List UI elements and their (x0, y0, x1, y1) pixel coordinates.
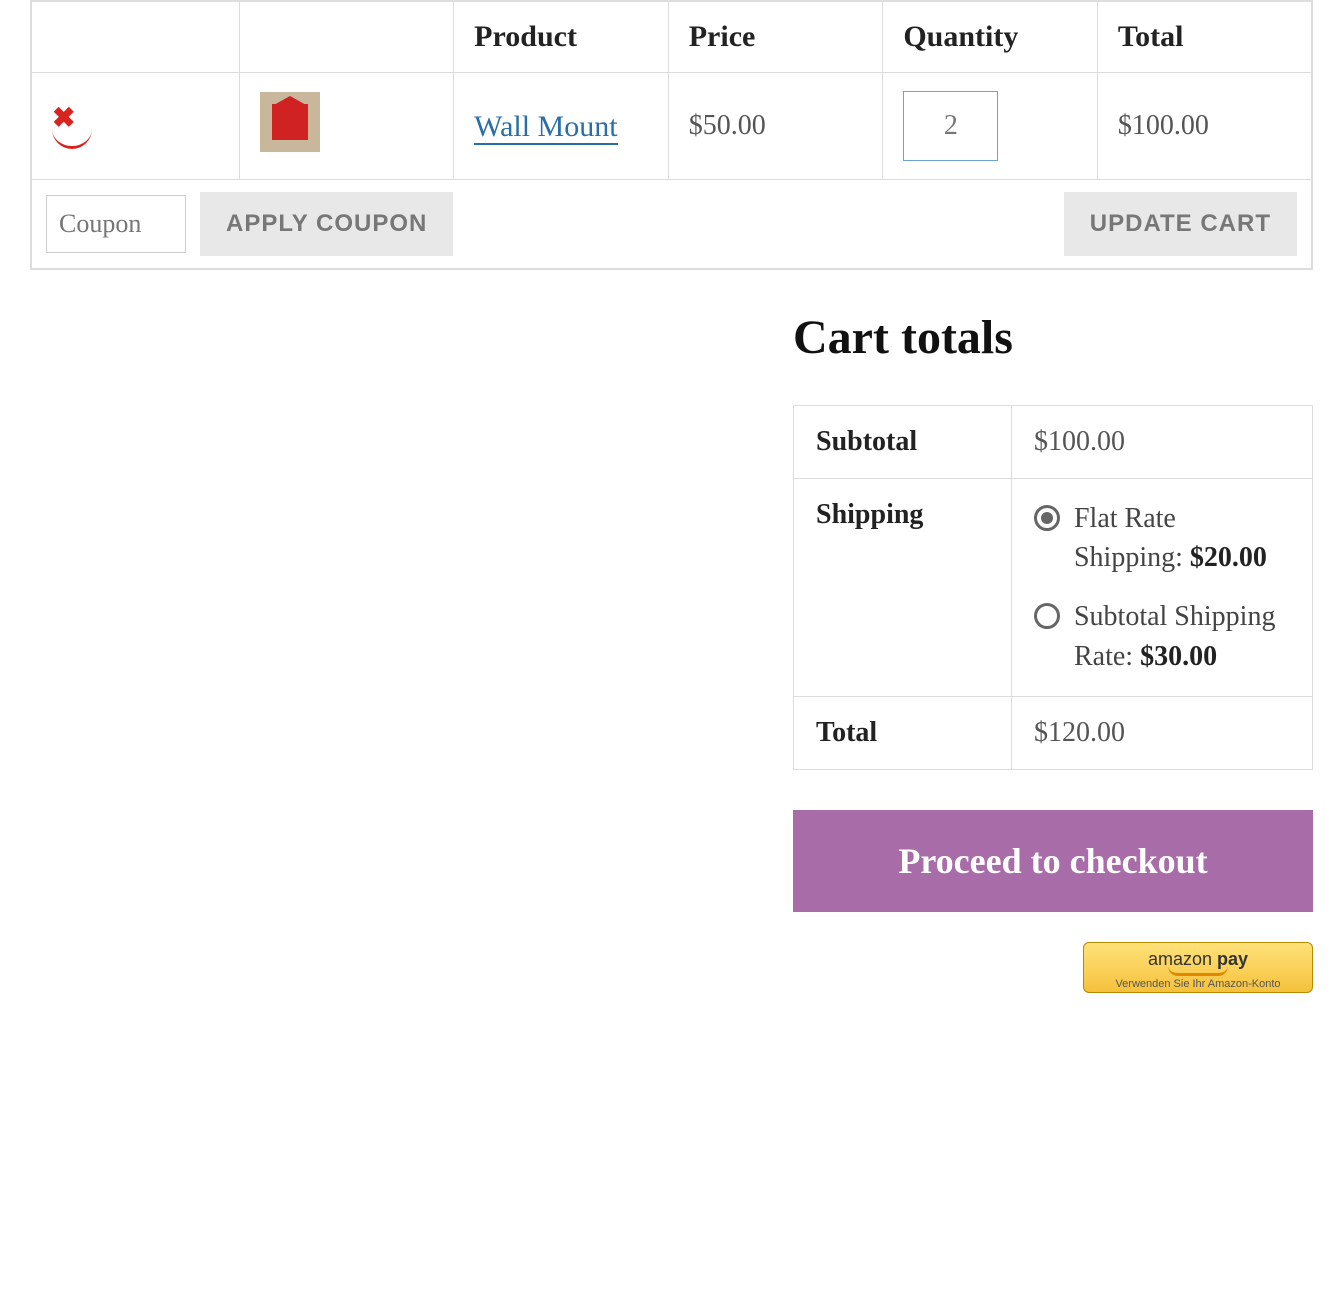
close-icon: ✖ (52, 103, 75, 134)
shipping-option-subtotal-rate[interactable]: Subtotal Shipping Rate: $30.00 (1034, 597, 1290, 675)
cart-table: Product Price Quantity Total ✖ (30, 0, 1313, 270)
shipping-option-label: Flat Rate Shipping: (1074, 503, 1190, 573)
shipping-option-price: $20.00 (1190, 542, 1267, 573)
product-thumbnail-link[interactable] (260, 128, 320, 159)
subtotal-label: Subtotal (794, 406, 1012, 479)
item-price: $50.00 (689, 110, 766, 141)
shipping-row: Shipping Flat Rate Shipping: $20.00 Subt… (794, 479, 1313, 697)
subtotal-row: Subtotal $100.00 (794, 406, 1313, 479)
cart-item-product-cell: Wall Mount (454, 73, 669, 180)
shipping-options-list: Flat Rate Shipping: $20.00 Subtotal Ship… (1034, 499, 1290, 676)
shipping-option-flat-rate[interactable]: Flat Rate Shipping: $20.00 (1034, 499, 1290, 577)
cart-item-qty-cell (883, 73, 1098, 180)
subtotal-value: $100.00 (1011, 406, 1312, 479)
col-remove-header (31, 1, 239, 73)
cart-actions-row: APPLY COUPON UPDATE CART (31, 180, 1312, 270)
quantity-input[interactable] (903, 91, 998, 161)
proceed-to-checkout-button[interactable]: Proceed to checkout (793, 810, 1313, 912)
remove-item-button[interactable]: ✖ (52, 105, 75, 133)
total-value: $120.00 (1011, 696, 1312, 769)
update-cart-button[interactable]: UPDATE CART (1064, 192, 1297, 256)
radio-unchecked-icon (1034, 603, 1060, 629)
cart-item-price-cell: $50.00 (668, 73, 883, 180)
coupon-code-input[interactable] (46, 195, 186, 253)
amazon-pay-logo: amazon pay (1084, 949, 1312, 970)
amazon-pay-subtext: Verwenden Sie Ihr Amazon-Konto (1084, 978, 1312, 990)
shipping-label: Shipping (794, 479, 1012, 697)
cart-header-row: Product Price Quantity Total (31, 1, 1312, 73)
cart-item-total-cell: $100.00 (1097, 73, 1312, 180)
item-line-total: $100.00 (1118, 110, 1209, 141)
radio-checked-icon (1034, 505, 1060, 531)
cart-totals-table: Subtotal $100.00 Shipping Flat Rate Ship… (793, 405, 1313, 770)
col-product-header: Product (454, 1, 669, 73)
col-price-header: Price (668, 1, 883, 73)
cart-item-row: ✖ Wall Mount $50.00 (31, 73, 1312, 180)
product-thumbnail (260, 92, 320, 152)
cart-totals-heading: Cart totals (793, 310, 1313, 365)
cart-item-thumb-cell (239, 73, 454, 180)
total-row: Total $120.00 (794, 696, 1313, 769)
cart-item-remove-cell: ✖ (31, 73, 239, 180)
cart-totals-section: Cart totals Subtotal $100.00 Shipping Fl… (793, 310, 1313, 993)
col-thumb-header (239, 1, 454, 73)
total-label: Total (794, 696, 1012, 769)
col-total-header: Total (1097, 1, 1312, 73)
amazon-pay-button[interactable]: amazon pay Verwenden Sie Ihr Amazon-Kont… (1083, 942, 1313, 993)
apply-coupon-button[interactable]: APPLY COUPON (200, 192, 453, 256)
shipping-option-price: $30.00 (1140, 641, 1217, 672)
col-qty-header: Quantity (883, 1, 1098, 73)
product-name-link[interactable]: Wall Mount (474, 110, 617, 145)
